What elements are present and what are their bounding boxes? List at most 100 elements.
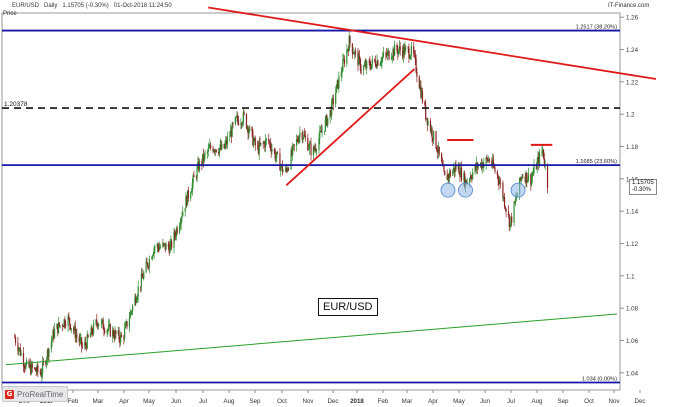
candle-body xyxy=(126,321,128,328)
candle-body xyxy=(541,151,543,153)
circled-low xyxy=(458,182,473,198)
candle-body xyxy=(39,371,41,374)
y-tick-label: 1.14 xyxy=(626,209,639,216)
candle-body xyxy=(112,329,115,337)
candle-body xyxy=(282,170,284,172)
candle-body xyxy=(308,143,311,149)
candle-body xyxy=(129,312,131,319)
candle-body xyxy=(245,113,248,129)
candle-body xyxy=(165,243,167,250)
candle-body xyxy=(268,138,270,142)
fib-label: 1.1685 (23.60%) xyxy=(576,159,617,165)
candle-body xyxy=(254,138,256,146)
candle-body xyxy=(69,318,71,325)
candle-body xyxy=(124,328,126,339)
candle-body xyxy=(380,62,382,64)
circled-low xyxy=(440,182,456,198)
candle-body xyxy=(515,198,517,203)
candle-body xyxy=(23,365,25,368)
candle-body xyxy=(224,144,226,149)
candle-body xyxy=(436,148,438,152)
candle-body xyxy=(496,171,498,176)
candle-body xyxy=(513,201,515,223)
x-tick-label: Jul xyxy=(507,398,515,405)
candle-body xyxy=(171,240,173,248)
candle-body xyxy=(304,134,306,137)
candle-body xyxy=(169,244,171,253)
plot-frame xyxy=(1,12,621,391)
y-axis: 1.261.241.221.21.181.161.141.121.11.081.… xyxy=(620,15,639,377)
candle-body xyxy=(159,247,161,250)
candle-body xyxy=(226,137,228,145)
price-chart: 1.261.241.221.21.181.161.141.121.11.081.… xyxy=(1,6,657,405)
candle-body xyxy=(414,54,416,59)
candle xyxy=(542,149,545,160)
candle xyxy=(109,323,111,338)
candle-body xyxy=(285,168,287,170)
prorealtime-logo: G ProRealTime xyxy=(2,386,69,402)
candle xyxy=(388,50,390,61)
candle-body xyxy=(292,145,294,155)
candle-body xyxy=(96,319,98,324)
candle-body xyxy=(235,116,237,118)
price-tag: 1.15705 -0.30% xyxy=(629,179,657,195)
candle-body xyxy=(70,328,72,330)
candle-body xyxy=(433,131,435,141)
candle-body xyxy=(509,222,511,228)
candle-body xyxy=(151,255,154,259)
candle-body xyxy=(48,348,50,357)
candle-body xyxy=(493,166,495,168)
candle-body xyxy=(369,61,371,67)
candle-body xyxy=(124,324,127,329)
x-tick-label: Aug xyxy=(531,398,543,405)
candle-body xyxy=(103,328,105,331)
candle-body xyxy=(106,330,108,333)
symbol-label: EUR/USD xyxy=(12,3,40,9)
candle-body xyxy=(507,211,510,215)
candle-body xyxy=(131,311,133,313)
candle-body xyxy=(538,152,541,165)
candle-body xyxy=(182,211,184,217)
candle-body xyxy=(405,47,407,49)
candle-body xyxy=(275,156,277,159)
x-tick-label: Jul xyxy=(199,398,207,405)
candle-body xyxy=(522,176,524,178)
candle xyxy=(435,130,437,150)
candle-body xyxy=(276,152,279,154)
candle-body xyxy=(504,206,506,210)
level-label: 1.20378 xyxy=(4,101,28,108)
price-tag-value: 1.15705 xyxy=(632,180,654,186)
candle-body xyxy=(421,91,424,102)
candle-body xyxy=(115,330,117,334)
timeframe-label: Daily xyxy=(44,3,58,9)
candle-body xyxy=(409,58,411,59)
candle xyxy=(444,170,446,176)
candle-body xyxy=(59,325,61,327)
candle-body xyxy=(394,44,396,56)
y-tick-label: 1.24 xyxy=(626,47,639,54)
candle-body xyxy=(381,58,383,63)
candle-body xyxy=(404,47,406,55)
candle-body xyxy=(104,330,106,333)
candle-body xyxy=(87,334,89,338)
candle-body xyxy=(486,157,488,159)
candle-body xyxy=(128,318,131,328)
candle-body xyxy=(407,47,409,49)
y-tick-label: 1.08 xyxy=(626,306,639,313)
prorealtime-logo-icon: G xyxy=(5,389,14,399)
y-tick-label: 1.04 xyxy=(626,370,639,377)
candle-body xyxy=(358,55,361,60)
candle-body xyxy=(260,142,262,145)
candle-body xyxy=(232,123,234,125)
x-tick-label: 2018 xyxy=(350,398,364,405)
candle-body xyxy=(135,300,138,303)
candle-body xyxy=(61,325,64,327)
x-tick-label: Mar xyxy=(402,398,413,405)
candle-body xyxy=(520,177,522,181)
candle-body xyxy=(308,148,310,151)
pair-label: EUR/USD xyxy=(318,298,378,316)
candle-body xyxy=(79,338,81,342)
candle-body xyxy=(531,177,533,185)
candle-body xyxy=(107,329,109,331)
candle-body xyxy=(488,159,490,162)
